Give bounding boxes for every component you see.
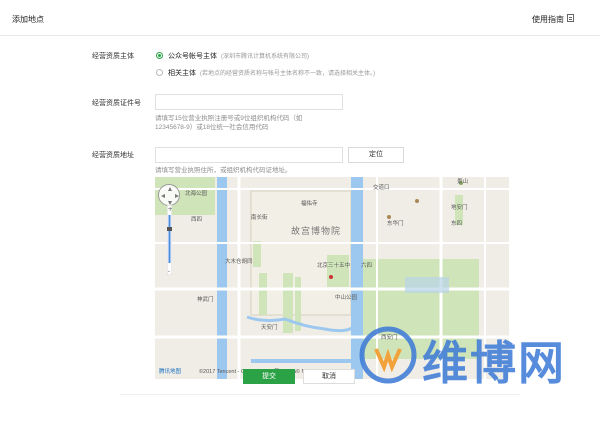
- map-place-3: 北海公园: [185, 191, 208, 197]
- map-place-2: 交道口: [373, 185, 390, 191]
- map-place-1: 景山: [457, 179, 469, 185]
- top-header: 添加地点 使用指南: [0, 0, 600, 36]
- guide-document-icon[interactable]: [567, 14, 574, 22]
- map-place-4: 福佑寺: [301, 201, 318, 207]
- map-place-8: 东四: [451, 221, 463, 227]
- map-place-12: 六四: [361, 263, 373, 269]
- zoom-slider-icon: + -: [167, 205, 172, 275]
- address-label: 经营资质地址: [92, 152, 134, 159]
- cert-hint-line-2: 12345678-9）或18位统一社会信用代码: [155, 124, 269, 131]
- subject-label: 经营资质主体: [92, 53, 134, 60]
- radio-related-subject[interactable]: [156, 69, 163, 76]
- option-account-subject-hint: (深圳市腾讯计算机系统有限公司): [221, 54, 309, 60]
- map-place-14: 天安门: [261, 325, 278, 331]
- map-place-7: 地安门: [451, 205, 468, 211]
- watermark-logo-icon: [359, 326, 417, 384]
- option-related-subject[interactable]: 相关主体 (若地点的经营资质名称与帐号主体名称不一致，请选择相关主体。): [168, 68, 375, 78]
- map-provider-logo: 腾讯地图: [159, 369, 182, 375]
- pan-arrows-icon: [161, 187, 179, 205]
- option-account-subject-label: 公众号帐号主体: [168, 53, 217, 60]
- watermark-text: 维博网: [422, 336, 566, 390]
- svg-text:+: +: [168, 206, 172, 213]
- map-place-15: 神武门: [197, 297, 214, 303]
- footer-divider: [120, 394, 520, 395]
- map-place-10: 大木仓胡同: [225, 259, 253, 265]
- locate-button[interactable]: 定位: [348, 147, 404, 163]
- cert-number-input[interactable]: [155, 94, 343, 110]
- map-place-5: 南长街: [251, 215, 268, 221]
- option-related-subject-hint: (若地点的经营资质名称与帐号主体名称不一致，请选择相关主体。): [200, 71, 375, 77]
- address-hint: 请填写营业执照住所，或组织机构代码证地址。: [155, 167, 292, 174]
- map-place-6: 东华门: [387, 221, 404, 227]
- cert-hint-line-1: 请填写15位营业执照注册号或9位组织机构代码（如: [155, 115, 303, 122]
- svg-text:-: -: [168, 268, 170, 275]
- map-title-label: 故宫博物院: [291, 226, 342, 236]
- map-place-11: 北京三十五中: [317, 263, 351, 269]
- watermark: 维博网: [358, 323, 598, 390]
- guide-link[interactable]: 使用指南: [532, 14, 564, 25]
- cancel-button[interactable]: 取消: [303, 369, 355, 384]
- address-input[interactable]: [155, 147, 343, 163]
- page-title: 添加地点: [12, 15, 44, 24]
- option-account-subject[interactable]: 公众号帐号主体 (深圳市腾讯计算机系统有限公司): [168, 51, 309, 61]
- cert-hint: 请填写15位营业执照注册号或9位组织机构代码（如 12345678-9）或18位…: [155, 114, 302, 132]
- map-zoom-control[interactable]: + -: [167, 205, 172, 275]
- cert-label: 经营资质证件号: [92, 100, 141, 107]
- map-place-13: 中山公园: [335, 295, 358, 301]
- radio-account-subject[interactable]: [156, 52, 163, 59]
- submit-button[interactable]: 提交: [243, 369, 295, 384]
- map-place-9: 西四: [191, 217, 203, 223]
- map-pan-control[interactable]: [158, 184, 180, 206]
- option-related-subject-label: 相关主体: [168, 70, 196, 77]
